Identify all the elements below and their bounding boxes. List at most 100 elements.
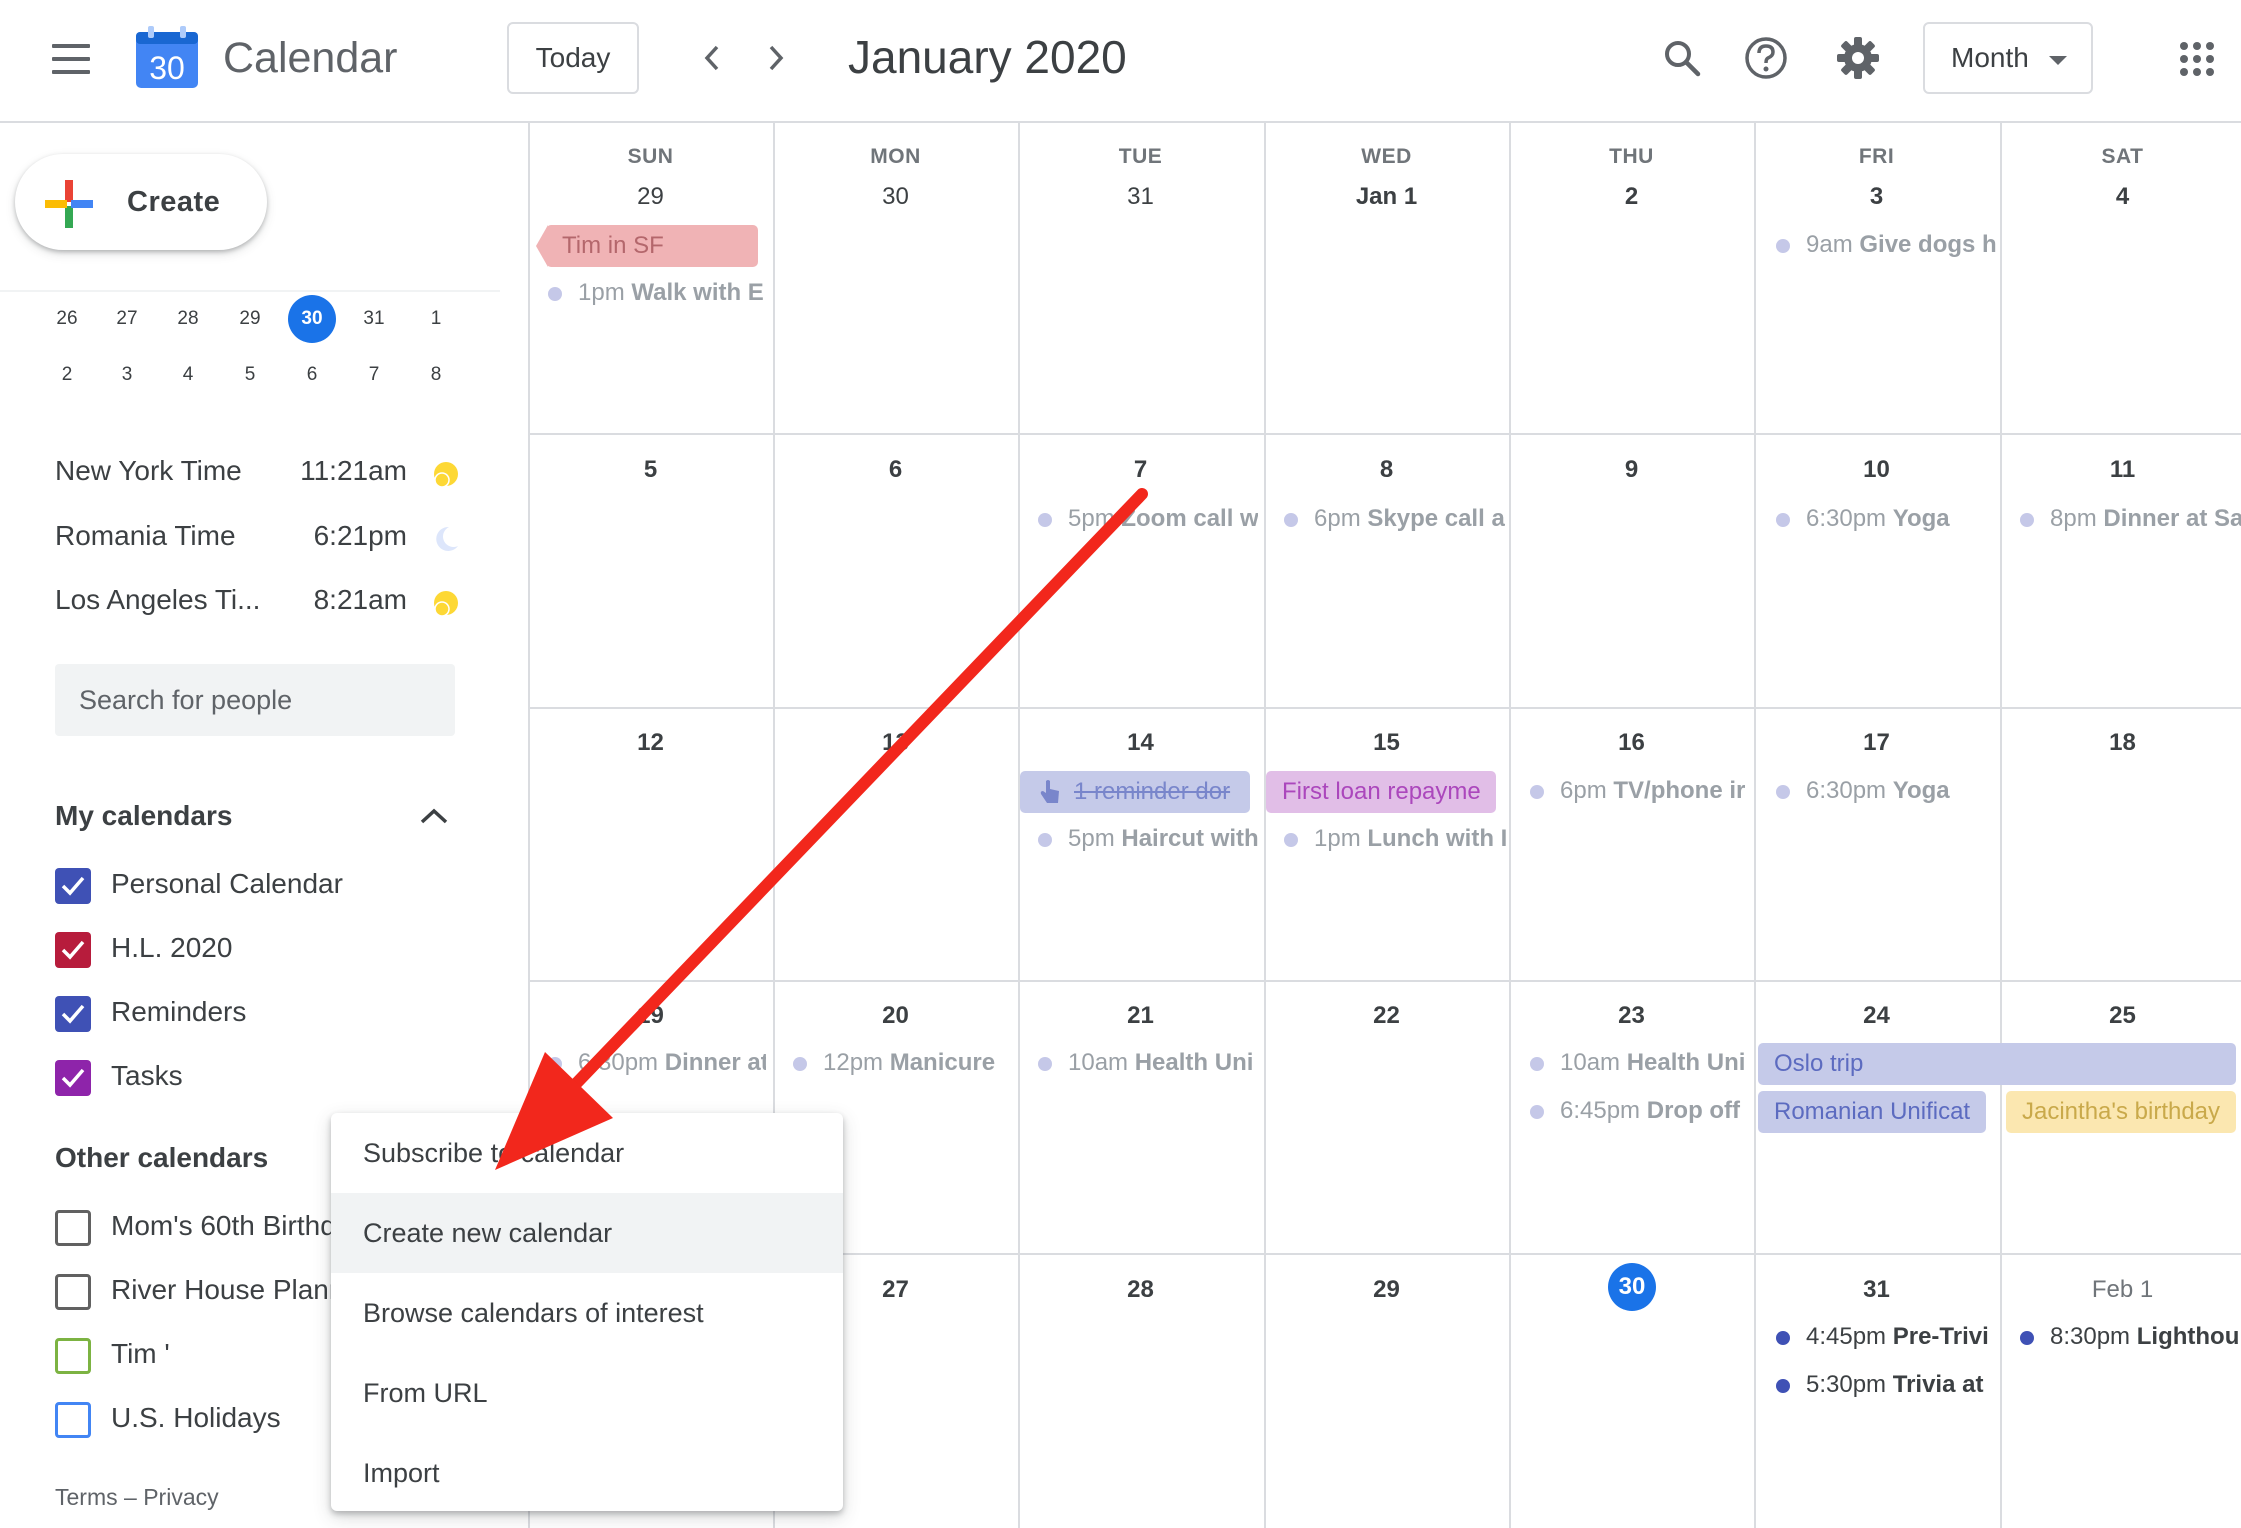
event-yoga[interactable]: 6:30pm Yoga [1776,773,1998,809]
day-number[interactable]: 6 [773,456,1018,484]
my-calendars-heading[interactable]: My calendars [55,800,232,832]
day-number[interactable]: 23 [1509,1002,1754,1030]
event-chip-first-loan[interactable]: First loan repayme [1266,771,1496,813]
calendar-item-us-holidays[interactable]: U.S. Holidays [55,1400,355,1440]
calendar-item-tim[interactable]: Tim ' [55,1336,355,1376]
checkbox-checked-icon[interactable] [55,868,91,904]
menu-icon[interactable] [52,44,90,74]
mini-calendar-day[interactable]: 3 [103,351,151,399]
mini-calendar-day[interactable]: 4 [164,351,212,399]
day-number[interactable]: 31 [1018,183,1263,211]
calendar-logo-icon[interactable]: 30 [134,24,200,90]
mini-calendar-day[interactable]: 29 [226,295,274,343]
day-number[interactable]: 7 [1018,456,1263,484]
day-number[interactable]: 20 [773,1002,1018,1030]
day-number[interactable]: Jan 1 [1264,183,1509,211]
checkbox-unchecked-icon[interactable] [55,1274,91,1310]
day-number[interactable]: 2 [1509,183,1754,211]
checkbox-unchecked-icon[interactable] [55,1210,91,1246]
event-chip-tim-in-sf[interactable]: Tim in SF [546,225,758,267]
day-number[interactable]: 19 [528,1002,773,1030]
today-day-number[interactable]: 30 [1608,1263,1656,1311]
checkbox-unchecked-icon[interactable] [55,1402,91,1438]
mini-calendar-day[interactable]: 26 [43,295,91,343]
event-lunch[interactable]: 1pm Lunch with I [1284,821,1506,857]
mini-calendar-day[interactable]: 31 [350,295,398,343]
event-drop-off[interactable]: 6:45pm Drop off [1530,1093,1750,1129]
day-number[interactable]: 8 [1264,456,1509,484]
day-number[interactable]: 13 [773,729,1018,757]
menu-item-browse-calendars[interactable]: Browse calendars of interest [331,1273,843,1353]
event-lighthouse[interactable]: 8:30pm Lighthou [2020,1319,2241,1355]
calendar-item-moms-birthday[interactable]: Mom's 60th Birthday [55,1208,365,1248]
menu-item-create-new-calendar[interactable]: Create new calendar [331,1193,843,1273]
day-number[interactable]: 30 [773,183,1018,211]
search-icon[interactable] [1656,32,1708,84]
event-walk[interactable]: 1pm Walk with E [548,275,766,311]
event-chip-jacintha-birthday[interactable]: Jacintha's birthday [2006,1091,2236,1133]
checkbox-checked-icon[interactable] [55,1060,91,1096]
apps-grid-icon[interactable] [2180,42,2214,76]
day-number[interactable]: 12 [528,729,773,757]
event-chip-romanian-unification[interactable]: Romanian Unificat [1758,1091,1986,1133]
calendar-item-personal[interactable]: Personal Calendar [55,866,355,906]
event-yoga[interactable]: 6:30pm Yoga [1776,501,1998,537]
day-number[interactable]: 29 [528,183,773,211]
day-number[interactable]: 16 [1509,729,1754,757]
day-number[interactable]: 3 [1754,183,1999,211]
day-number[interactable]: 24 [1754,1002,1999,1030]
menu-item-subscribe[interactable]: Subscribe to calendar [331,1113,843,1193]
chevron-up-icon[interactable] [418,806,450,826]
help-icon[interactable] [1740,32,1792,84]
event-chip-oslo-trip[interactable]: Oslo trip [1758,1043,2236,1085]
event-health[interactable]: 10am Health Uni [1530,1045,1750,1081]
mini-calendar-day[interactable]: 7 [350,351,398,399]
mini-calendar-day[interactable]: 8 [412,351,460,399]
other-calendars-heading[interactable]: Other calendars [55,1142,268,1174]
event-manicure[interactable]: 12pm Manicure [793,1045,1015,1081]
day-number[interactable]: 18 [2000,729,2241,757]
privacy-link[interactable]: Privacy [143,1484,218,1510]
event-dinner[interactable]: 6:30pm Dinner at [548,1045,766,1081]
mini-calendar-day[interactable]: 1 [412,295,460,343]
previous-month-button[interactable] [690,36,734,80]
mini-calendar-day[interactable]: 28 [164,295,212,343]
day-number[interactable]: 5 [528,456,773,484]
day-number[interactable]: 15 [1264,729,1509,757]
mini-calendar-day[interactable]: 5 [226,351,274,399]
event-haircut[interactable]: 5pm Haircut with [1038,821,1258,857]
terms-link[interactable]: Terms [55,1484,118,1510]
menu-item-import[interactable]: Import [331,1433,843,1513]
create-button[interactable]: Create [15,154,267,250]
checkbox-unchecked-icon[interactable] [55,1338,91,1374]
day-number[interactable]: 10 [1754,456,1999,484]
search-people-input[interactable] [55,664,455,736]
day-number[interactable]: 4 [2000,183,2241,211]
view-switcher-dropdown[interactable]: Month [1923,22,2093,94]
mini-calendar-today[interactable]: 30 [288,295,336,343]
event-give-dogs[interactable]: 9am Give dogs h [1776,227,1998,263]
next-month-button[interactable] [754,36,798,80]
event-tv-phone[interactable]: 6pm TV/phone ir [1530,773,1750,809]
event-chip-reminder[interactable]: 1 reminder dor [1020,771,1250,813]
calendar-item-hl-2020[interactable]: H.L. 2020 [55,930,355,970]
mini-calendar-day[interactable]: 2 [43,351,91,399]
day-number[interactable]: 21 [1018,1002,1263,1030]
calendar-item-river-house[interactable]: River House Planning [55,1272,382,1312]
day-number[interactable]: 29 [1264,1276,1509,1304]
calendar-item-reminders[interactable]: Reminders [55,994,355,1034]
today-button[interactable]: Today [507,22,639,94]
event-health[interactable]: 10am Health Uni [1038,1045,1258,1081]
event-dinner[interactable]: 8pm Dinner at Sa [2020,501,2241,537]
day-number[interactable]: 9 [1509,456,1754,484]
mini-calendar-day[interactable]: 27 [103,295,151,343]
event-trivia[interactable]: 5:30pm Trivia at [1776,1367,1998,1403]
day-number[interactable]: 17 [1754,729,1999,757]
mini-calendar-day[interactable]: 6 [288,351,336,399]
event-pre-trivia[interactable]: 4:45pm Pre-Trivi [1776,1319,1998,1355]
calendar-item-tasks[interactable]: Tasks [55,1058,355,1098]
day-number[interactable]: 28 [1018,1276,1263,1304]
event-skype-call[interactable]: 6pm Skype call a [1284,501,1506,537]
checkbox-checked-icon[interactable] [55,996,91,1032]
day-number[interactable]: 14 [1018,729,1263,757]
